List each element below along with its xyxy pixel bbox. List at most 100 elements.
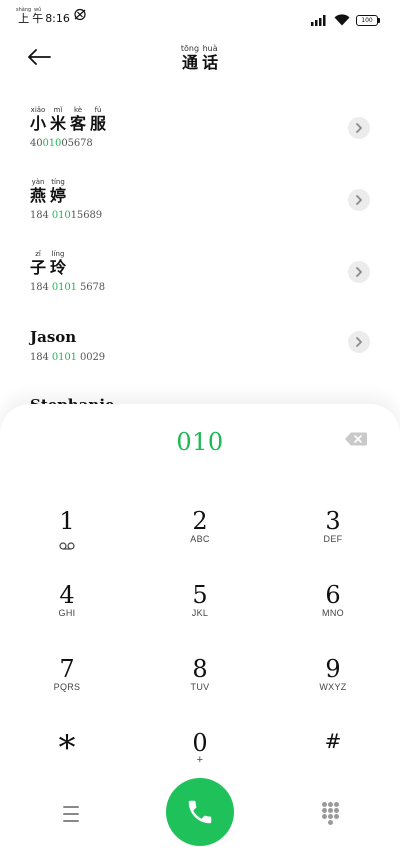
number-part: 184 — [30, 352, 52, 363]
dialpad-icon-dot — [327, 814, 333, 819]
number-match: 010 — [42, 138, 62, 149]
chevron-right-icon — [356, 123, 362, 133]
dialpad-icon-dot — [333, 802, 339, 807]
key-letters: MNO — [322, 608, 344, 618]
call-button[interactable] — [166, 778, 234, 846]
dial-key-2[interactable]: 2 ABC — [150, 508, 250, 568]
nfc-icon — [73, 6, 87, 25]
key-digit: * — [58, 728, 76, 768]
name-char: yàn 燕 — [30, 178, 47, 205]
contact-name: Jason — [30, 328, 77, 346]
contact-number: 184 0101 0029 — [30, 352, 105, 363]
contact-row[interactable]: xiǎo 小 mǐ 米 kè 客 fú 服 4001005678 — [0, 106, 400, 178]
phone-icon — [188, 800, 212, 824]
dial-key-7[interactable]: 7 PQRS — [17, 656, 117, 716]
dialpad-icon-dot — [333, 808, 339, 813]
voicemail-icon — [59, 535, 75, 554]
name-char: xiǎo 小 — [30, 106, 47, 133]
menu-icon-line — [63, 820, 79, 822]
dial-key-6[interactable]: 6 MNO — [283, 582, 383, 642]
menu-button[interactable] — [59, 804, 83, 824]
backspace-button[interactable] — [344, 430, 368, 448]
dialpad-icon-dot — [321, 808, 327, 813]
name-char: fú 服 — [90, 106, 107, 133]
dialpad-icon-dot — [333, 814, 339, 819]
name-char: kè 客 — [70, 106, 87, 133]
dial-key-1[interactable]: 1 — [17, 508, 117, 568]
key-digit: # — [324, 729, 342, 753]
battery-icon: 100 — [356, 15, 380, 26]
dial-key-3[interactable]: 3 DEF — [283, 508, 383, 568]
dial-key-5[interactable]: 5 JKL — [150, 582, 250, 642]
menu-icon — [63, 806, 79, 808]
key-digit: 9 — [325, 655, 341, 683]
contact-detail-button[interactable] — [348, 261, 370, 283]
key-digit: 5 — [192, 581, 208, 609]
contact-name: zǐ 子 líng 玲 — [30, 250, 70, 277]
dialpad-icon-dot — [327, 808, 333, 813]
dial-key-4[interactable]: 4 GHI — [17, 582, 117, 642]
dialpad-icon — [321, 802, 327, 807]
status-period-char: wǔ 午 — [32, 7, 44, 25]
key-letters: ABC — [190, 534, 210, 544]
key-digit: 2 — [192, 507, 208, 535]
contact-number: 184 01015689 — [30, 210, 102, 221]
number-part: 15689 — [70, 210, 102, 221]
number-match: 010 — [51, 210, 71, 221]
name-char: mǐ 米 — [50, 106, 67, 133]
contact-row[interactable]: zǐ 子 líng 玲 184 0101 5678 — [0, 250, 400, 322]
signal-icon — [311, 11, 328, 30]
menu-icon-line — [63, 813, 79, 815]
chevron-right-icon — [356, 337, 362, 347]
key-digit: 4 — [59, 581, 75, 609]
name-char: tíng 婷 — [50, 178, 67, 205]
chevron-right-icon — [356, 195, 362, 205]
contact-row[interactable]: Jason 184 0101 0029 — [0, 324, 400, 396]
dial-key-8[interactable]: 8 TUV — [150, 656, 250, 716]
contact-detail-button[interactable] — [348, 189, 370, 211]
key-letters: TUV — [190, 682, 210, 692]
number-match: 0101 — [51, 282, 77, 293]
dialpad-sheet: 010 1 2 ABC 3 DEF 4 GHI 5 JKL 6 MNO 7 PQ… — [0, 404, 400, 866]
key-digit: 3 — [325, 507, 341, 535]
name-char: líng 玲 — [50, 250, 67, 277]
contact-number: 4001005678 — [30, 138, 93, 149]
number-match: 0101 — [51, 352, 77, 363]
backspace-icon — [345, 432, 367, 446]
key-letters: + — [196, 754, 204, 766]
status-clock: 8:16 — [45, 12, 70, 25]
key-digit: 8 — [192, 655, 208, 683]
battery-level: 100 — [356, 15, 378, 26]
key-digit: 1 — [59, 507, 75, 535]
number-part: 40 — [30, 138, 43, 149]
page-title: tōng 通 huà 话 — [0, 44, 400, 72]
contact-name: yàn 燕 tíng 婷 — [30, 178, 70, 205]
dialpad-bottom-bar — [0, 778, 400, 848]
dial-key-9[interactable]: 9 WXYZ — [283, 656, 383, 716]
contact-name: xiǎo 小 mǐ 米 kè 客 fú 服 — [30, 106, 110, 133]
key-digit: 6 — [325, 581, 341, 609]
number-part: 0029 — [76, 352, 106, 363]
contact-detail-button[interactable] — [348, 117, 370, 139]
contact-detail-button[interactable] — [348, 331, 370, 353]
contact-row[interactable]: yàn 燕 tíng 婷 184 01015689 — [0, 178, 400, 250]
chevron-right-icon — [356, 267, 362, 277]
number-part: 5678 — [76, 282, 106, 293]
status-time-group: shàng 上 wǔ 午 8:16 — [16, 6, 87, 25]
key-letters: PQRS — [53, 682, 81, 692]
status-icons: 100 — [311, 11, 380, 30]
number-part: 05678 — [61, 138, 93, 149]
key-digit: 0 — [192, 729, 208, 757]
title-char: huà 话 — [202, 44, 219, 72]
key-digit: 7 — [59, 655, 75, 683]
title-char: tōng 通 — [180, 44, 200, 72]
number-part: 184 — [30, 210, 52, 221]
status-period-char: shàng 上 — [16, 7, 32, 25]
dialed-number-display: 010 — [176, 428, 224, 456]
wifi-icon — [334, 11, 350, 30]
keypad-toggle-button[interactable] — [319, 802, 341, 826]
name-char: zǐ 子 — [30, 250, 47, 277]
key-letters: JKL — [191, 608, 209, 618]
key-letters: WXYZ — [319, 682, 347, 692]
number-part: 184 — [30, 282, 52, 293]
